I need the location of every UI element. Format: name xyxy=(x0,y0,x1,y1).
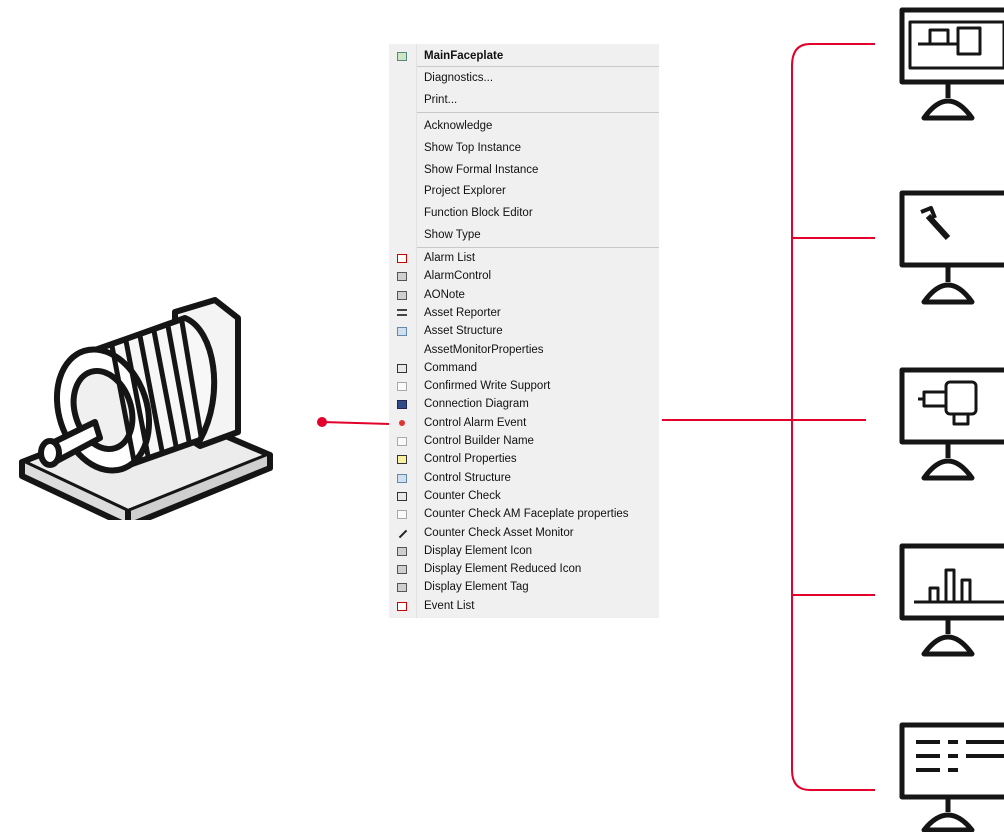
conn-aspect-icon xyxy=(397,400,407,410)
menu-separator xyxy=(417,247,659,248)
text-document-terminal-icon xyxy=(899,722,1004,832)
plain-aspect-icon xyxy=(397,382,407,392)
menu-separator xyxy=(417,112,659,113)
plain-aspect-icon xyxy=(397,437,407,446)
menu-gutter-divider xyxy=(416,44,417,618)
ctrl-aspect-icon xyxy=(397,546,407,556)
motor-connector-line xyxy=(317,417,391,427)
list-aspect-icon xyxy=(397,308,407,316)
plain-aspect-icon xyxy=(397,510,407,520)
bar-chart-terminal-icon xyxy=(899,543,1004,657)
ctrl-aspect-icon xyxy=(397,272,407,282)
wrench-aspect-icon xyxy=(397,529,407,538)
cmd-aspect-icon xyxy=(397,491,407,501)
cmd-aspect-icon xyxy=(397,363,407,373)
connection-bus xyxy=(791,43,875,791)
struct-aspect-icon xyxy=(397,327,407,337)
menu-separator xyxy=(417,66,659,67)
prop-aspect-icon xyxy=(397,455,407,465)
red-aspect-icon xyxy=(399,419,405,426)
electric-motor-icon xyxy=(19,297,273,520)
transmitter-terminal-icon xyxy=(899,367,1004,481)
struct-aspect-icon xyxy=(397,473,407,483)
ctrl-aspect-icon xyxy=(397,290,407,300)
alarm-aspect-icon xyxy=(397,601,407,611)
context-menu: MainFaceplate Diagnostics... Print... Ac… xyxy=(389,44,659,618)
ctrl-aspect-icon xyxy=(397,565,407,575)
terminal-column xyxy=(899,7,1004,832)
valve-terminal-icon xyxy=(899,7,1004,121)
ctrl-aspect-icon xyxy=(397,583,407,593)
alarm-aspect-icon xyxy=(397,254,407,263)
faceplate-icon xyxy=(397,52,407,61)
wrench-terminal-icon xyxy=(899,190,1004,305)
